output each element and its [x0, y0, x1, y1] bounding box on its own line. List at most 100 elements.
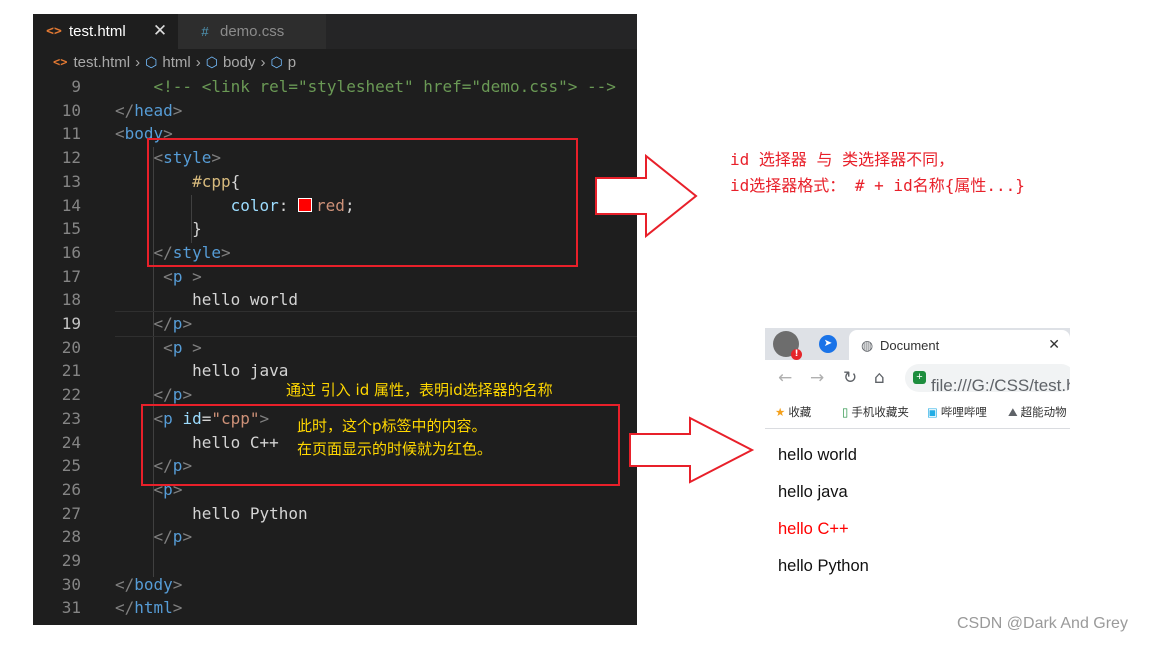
line-number: 30 — [61, 574, 81, 594]
phone-icon: ▯ — [842, 405, 849, 419]
chevron-right-icon: › — [260, 53, 266, 71]
code-text: <!-- <link rel="stylesheet" href="demo.c… — [115, 77, 616, 96]
code-text: <p > — [163, 266, 202, 286]
code-line[interactable]: 10 </head> — [33, 99, 637, 123]
code-line[interactable]: 9 <!-- <link rel="stylesheet" href="demo… — [33, 75, 637, 99]
line-number: 26 — [61, 479, 81, 499]
bookmark-bilibili[interactable]: ▣ 哔哩哔哩 — [927, 404, 987, 420]
current-line-highlight — [115, 311, 637, 337]
alert-icon: ! — [791, 349, 802, 360]
watermark: CSDN @Dark And Grey — [957, 615, 1128, 632]
id-selector-note: id 选择器 与 类选择器不同， id选择器格式： # + id名称{属性...… — [730, 150, 1025, 195]
code-text: </p> — [153, 314, 193, 333]
line-number: 15 — [61, 219, 81, 239]
code-line[interactable]: 30 </body> — [33, 573, 637, 597]
line-number: 9 — [71, 77, 81, 96]
line-number: 31 — [61, 598, 81, 618]
reload-icon[interactable]: ↻ — [843, 368, 857, 388]
bookmark-mobile[interactable]: ▯ 手机收藏夹 — [842, 404, 909, 420]
browser-tab-document[interactable]: ◍ Document ✕ — [849, 330, 1070, 360]
code-text: </html> — [115, 598, 183, 618]
code-line[interactable]: 31 </html> — [33, 596, 637, 620]
line-number: 14 — [61, 195, 81, 215]
back-arrow-icon[interactable]: ← — [778, 368, 792, 388]
browser-toolbar: ← → ↻ ⌂ + file:///G:/CSS/test.html — [765, 360, 1070, 396]
bookmarks-bar: ★ 收藏 ▯ 手机收藏夹 ▣ 哔哩哔哩 ⛰ 超能动物 — [765, 396, 1070, 429]
home-icon[interactable]: ⌂ — [874, 368, 885, 388]
globe-icon: ◍ — [861, 337, 874, 353]
breadcrumb-item-file[interactable]: <> test.html — [53, 54, 130, 71]
code-text: hello Python — [115, 503, 308, 523]
line-number: 10 — [61, 100, 81, 120]
tab-test-html[interactable]: <> test.html ✕ — [33, 14, 178, 49]
line-number: 24 — [61, 432, 81, 452]
code-text: </head> — [115, 100, 183, 120]
code-text: </p> — [153, 527, 193, 547]
tab-demo-css[interactable]: # demo.css — [178, 14, 326, 49]
element-cube-icon: ⬡ — [145, 53, 158, 70]
line-number: 21 — [61, 361, 81, 381]
code-text: <p > — [163, 337, 202, 357]
style-highlight-box — [147, 138, 578, 267]
chevron-right-icon: › — [135, 53, 141, 71]
line-number: 18 — [61, 290, 81, 310]
breadcrumb-item-body[interactable]: ⬡ body — [206, 54, 256, 71]
paragraph: hello world — [778, 446, 857, 464]
line-number: 29 — [61, 551, 81, 570]
code-line[interactable]: 28 </p> — [33, 525, 637, 549]
breadcrumb-item-html[interactable]: ⬡ html — [145, 54, 191, 71]
page-info-icon[interactable]: + — [913, 371, 926, 384]
line-number: 23 — [61, 408, 81, 428]
code-editor: <> test.html ✕ # demo.css <> test.html ›… — [33, 14, 637, 625]
address-bar[interactable]: + file:///G:/CSS/test.html — [905, 364, 1070, 392]
line-number: 27 — [61, 503, 81, 523]
tab-title: Document — [880, 338, 940, 353]
code-text: hello java — [115, 361, 289, 381]
line-number: 17 — [61, 266, 81, 286]
mountain-icon: ⛰ — [1008, 405, 1018, 419]
css-file-icon: # — [201, 24, 209, 39]
line-number: 19 — [61, 314, 81, 333]
paragraph: hello java — [778, 483, 848, 501]
url-text: file:///G:/CSS/test.html — [931, 376, 1070, 392]
code-line[interactable]: 19 </p> — [33, 311, 637, 337]
forward-arrow-icon[interactable]: → — [810, 368, 824, 388]
code-line[interactable]: 18 hello world — [33, 288, 637, 312]
code-line[interactable]: 27 hello Python — [33, 502, 637, 526]
close-icon[interactable]: ✕ — [1048, 336, 1060, 353]
line-number: 25 — [61, 456, 81, 476]
breadcrumb-item-p[interactable]: ⬡ p — [270, 54, 296, 71]
bookmark-favorites[interactable]: ★ 收藏 — [775, 404, 811, 420]
bookmark-animals[interactable]: ⛰ 超能动物 — [1008, 404, 1067, 420]
html-file-icon: <> — [46, 24, 62, 39]
red-content-note: 此时，这个p标签中的内容。 在页面显示的时候就为红色。 — [297, 417, 493, 458]
paragraph: hello Python — [778, 557, 869, 575]
html-file-icon: <> — [53, 55, 68, 69]
line-number: 13 — [61, 171, 81, 191]
code-line[interactable]: 20 <p > — [33, 336, 637, 360]
tv-icon: ▣ — [927, 405, 938, 419]
close-icon[interactable]: ✕ — [150, 21, 170, 41]
arrow-right-icon — [629, 416, 755, 484]
editor-tab-bar: <> test.html ✕ # demo.css — [33, 14, 637, 49]
code-line[interactable]: 17 <p > — [33, 265, 637, 289]
browser-window: ! ➤ ◍ Document ✕ ← → ↻ ⌂ + file:///G:/CS… — [765, 328, 1070, 600]
paper-plane-icon[interactable]: ➤ — [819, 335, 837, 353]
browser-tab-strip: ! ➤ ◍ Document ✕ — [765, 328, 1070, 360]
chevron-right-icon: › — [195, 53, 201, 71]
tab-label: demo.css — [220, 23, 285, 40]
code-text: hello world — [115, 290, 299, 310]
paragraph-cpp: hello C++ — [778, 520, 849, 538]
line-number: 12 — [61, 148, 81, 168]
avatar[interactable]: ! — [773, 331, 802, 360]
line-number: 11 — [61, 124, 81, 144]
element-cube-icon: ⬡ — [270, 53, 283, 70]
star-icon: ★ — [775, 405, 786, 419]
arrow-right-icon — [595, 153, 698, 239]
code-line[interactable]: 29 — [33, 549, 637, 573]
line-number: 22 — [61, 385, 81, 405]
tab-label: test.html — [69, 23, 126, 40]
code-text: </body> — [115, 574, 183, 594]
breadcrumb: <> test.html › ⬡ html › ⬡ body › ⬡ p — [33, 49, 637, 75]
line-number: 16 — [61, 242, 81, 262]
